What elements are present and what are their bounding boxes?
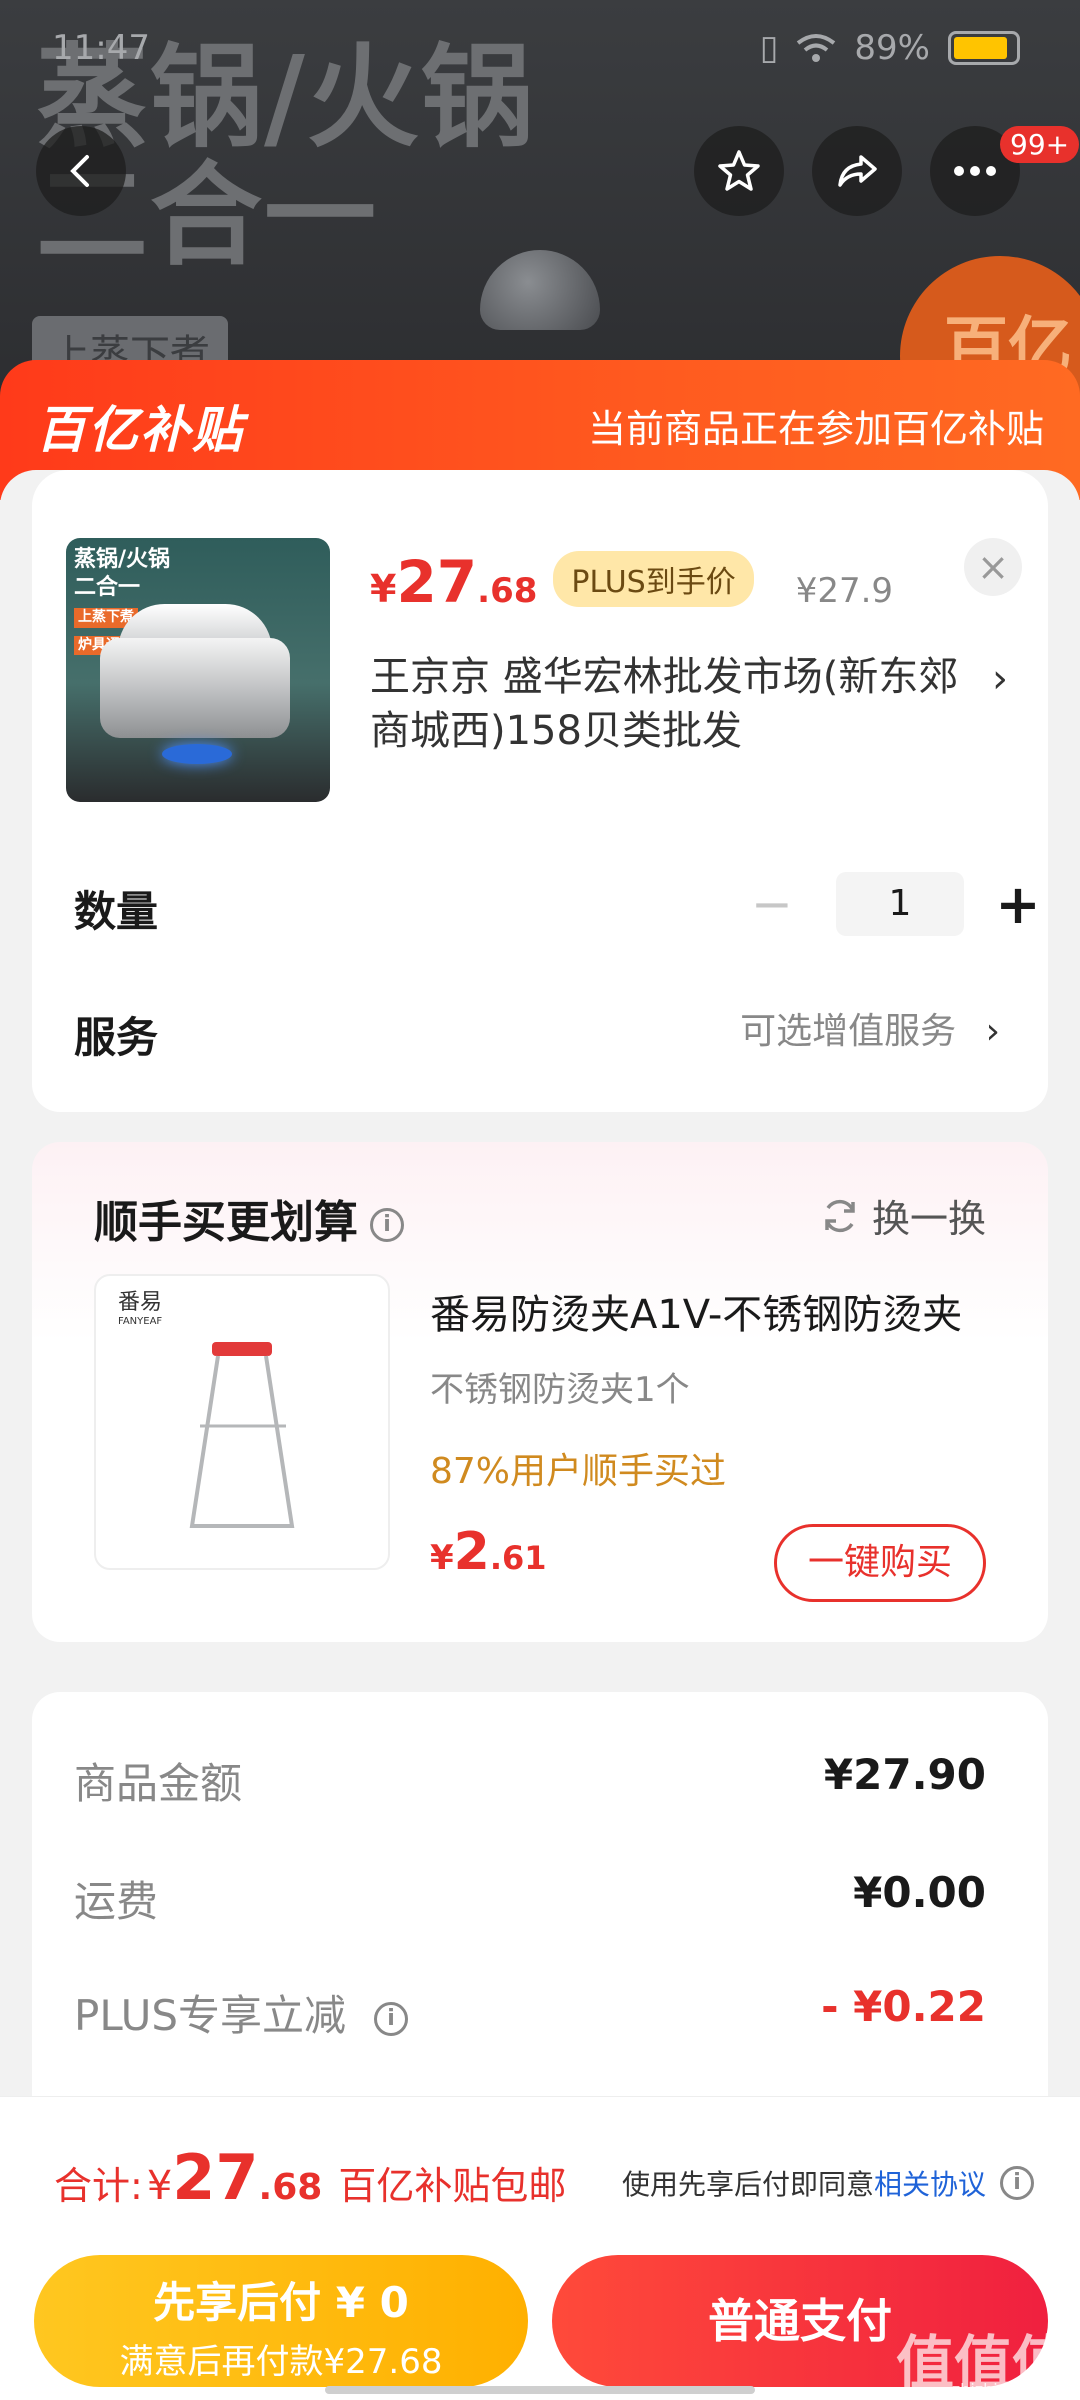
service-selector[interactable]: 可选增值服务 › [740,1002,1000,1054]
close-button[interactable]: × [964,538,1022,596]
watermark-site: zhizhizhi.com [951,2380,1060,2399]
recommendation-title: 顺手买更划算 i [94,1186,404,1250]
thumb-title-line1: 蒸锅/火锅 [74,547,171,572]
service-label: 服务 [74,1013,159,1062]
status-right: ▯ 89% [760,28,1020,68]
decrease-button[interactable]: − [732,875,812,933]
chevron-right-icon: › [992,656,1008,702]
total-amount: 合计: ¥ 27 .68 百亿补贴包邮 [54,2141,566,2214]
summary-label: 商品金额 [74,1759,243,1808]
service-value: 可选增值服务 [740,1011,957,1052]
shop-name[interactable]: 王京京 盛华宏林批发市场(新东郊商城西)158贝类批发 [370,650,970,758]
total-integer: 27 [172,2141,259,2214]
price-decimal: .68 [477,571,538,611]
price-row: ¥27.68 PLUS到手价 ¥27.9 [370,548,893,617]
wifi-icon [797,34,836,62]
price-symbol: ¥ [370,567,397,611]
swap-button[interactable]: 换一换 [820,1188,986,1243]
total-symbol: ¥ [146,2163,173,2209]
info-icon[interactable]: i [374,2001,409,2036]
price-integer: 27 [396,548,478,616]
share-button[interactable] [812,126,902,216]
recommendation-title-text: 顺手买更划算 [94,1197,358,1248]
quantity-label: 数量 [74,887,159,936]
pay-later-title: 先享后付 ¥ 0 [153,2278,409,2327]
battery-percent: 89% [854,28,930,68]
free-shipping-note: 百亿补贴包邮 [338,2164,567,2208]
agreement-link[interactable]: 相关协议 [874,2163,986,2203]
thumb-title-line2: 二合一 [74,574,141,600]
summary-row-goods: 商品金额 ¥27.90 [74,1750,986,1811]
recommended-item-price: ¥2.61 [430,1522,547,1582]
home-indicator[interactable] [325,2386,755,2394]
info-icon[interactable]: i [1000,2166,1034,2200]
share-icon [838,155,877,187]
price: ¥27.68 [370,548,537,616]
subsidy-logo: 百亿补贴 [36,401,244,459]
total-label: 合计: [54,2164,143,2208]
subsidy-message: 当前商品正在参加百亿补贴 [587,407,1044,451]
pot-body [100,638,290,738]
chevron-right-icon: › [985,1011,1000,1052]
summary-row-plus-discount: PLUS专享立减 i - ¥0.22 [74,1982,986,2043]
chevron-left-icon [70,155,89,187]
product-thumbnail[interactable]: 蒸锅/火锅 二合一 上蒸下煮 炉具通用 [66,538,330,802]
summary-row-shipping: 运费 ¥0.00 [74,1868,986,1929]
increase-button[interactable]: + [988,873,1048,936]
stove-flame [162,744,232,764]
one-click-buy-button[interactable]: 一键购买 [774,1524,986,1602]
agreement-prefix: 使用先享后付即同意 [621,2168,874,2201]
battery-icon [948,31,1020,65]
swap-label: 换一换 [871,1197,986,1241]
favorite-button[interactable] [694,126,784,216]
recommended-item-spec: 不锈钢防烫夹1个 [430,1370,690,1410]
summary-label: 运费 [74,1877,159,1926]
recommendation-card: 顺手买更划算 i 换一换 番易 FANYEAF 番易防烫夹A1V-不锈钢防烫夹 不… [32,1142,1048,1642]
quantity-stepper: − 1 + [732,872,1048,936]
purchase-sheet: 蒸锅/火锅 二合一 上蒸下煮 炉具通用 ¥27.68 PLUS到手价 ¥27.9… [0,470,1080,2112]
back-button[interactable] [36,126,126,216]
price-summary-card: 商品金额 ¥27.90 运费 ¥0.00 PLUS专享立减 i - ¥0.22 [32,1692,1048,2112]
status-time: 11:47 [52,28,150,68]
recommended-item-users: 87%用户顺手买过 [430,1451,727,1492]
agreement-text: 使用先享后付即同意 相关协议 i [622,2163,1034,2203]
star-icon [718,150,760,191]
quantity-value[interactable]: 1 [836,872,964,936]
pay-later-subtitle: 满意后再付款¥27.68 [119,2342,443,2382]
summary-value: ¥0.00 [853,1868,986,1917]
info-icon[interactable]: i [370,1208,404,1242]
message-count-badge: 99+ [1000,126,1080,163]
original-price: ¥27.9 [795,571,894,611]
pay-later-button[interactable]: 先享后付 ¥ 0 满意后再付款¥27.68 [34,2255,528,2387]
quantity-service-card: 数量 − 1 + 服务 可选增值服务 › [32,840,1048,1112]
price-symbol: ¥ [430,1538,454,1578]
plus-price-tag: PLUS到手价 [553,551,754,607]
summary-value: - ¥0.22 [821,1982,986,2031]
sim-icon: ▯ [759,28,779,68]
tongs-image [189,1342,295,1528]
price-decimal: .61 [489,1539,547,1577]
summary-value: ¥27.90 [823,1750,986,1799]
refresh-icon [825,1199,855,1232]
total-decimal: .68 [258,2167,323,2208]
product-card: 蒸锅/火锅 二合一 上蒸下煮 炉具通用 ¥27.68 PLUS到手价 ¥27.9… [32,470,1048,840]
more-dots-icon [954,166,996,176]
summary-label: PLUS专享立减 [74,1991,347,2040]
price-integer: 2 [453,1522,490,1582]
recommended-item-name[interactable]: 番易防烫夹A1V-不锈钢防烫夹 [430,1282,970,1340]
status-bar: 11:47 ▯ 89% [0,0,1080,100]
recommended-item-image[interactable]: 番易 FANYEAF [94,1274,390,1570]
